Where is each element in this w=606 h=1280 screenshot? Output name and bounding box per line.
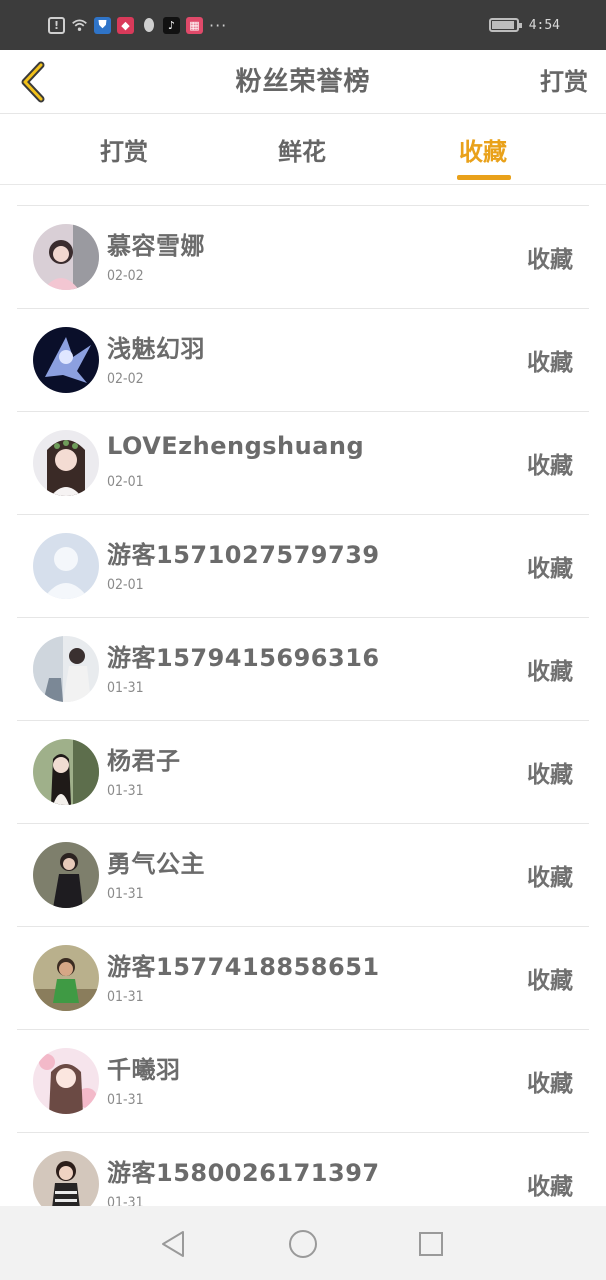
action-date: 01-31 <box>107 680 144 696</box>
list-item[interactable]: 游客1577418858651 01-31 收藏 <box>17 927 589 1030</box>
calendar-app-icon: ▦ <box>186 16 203 34</box>
warning-icon: ! <box>48 16 65 34</box>
action-label: 收藏 <box>527 556 573 582</box>
list-item[interactable]: 慕容雪娜 02-02 收藏 <box>17 206 589 309</box>
nav-home-button[interactable] <box>283 1224 323 1264</box>
avatar <box>33 739 99 805</box>
tab-reward[interactable]: 打赏 <box>84 115 164 185</box>
red-app-icon: ◆ <box>117 16 134 34</box>
list-item[interactable]: 杨君子 01-31 收藏 <box>17 721 589 824</box>
avatar <box>33 430 99 496</box>
action-date: 02-01 <box>107 474 144 490</box>
reward-button[interactable]: 打赏 <box>540 50 588 114</box>
app-header: 粉丝荣誉榜 打赏 <box>0 50 606 114</box>
nav-back-button[interactable] <box>153 1224 193 1264</box>
action-date: 02-02 <box>107 371 144 387</box>
nav-recent-button[interactable] <box>411 1224 451 1264</box>
avatar <box>33 636 99 702</box>
action-date: 01-31 <box>107 1195 144 1206</box>
action-date: 01-31 <box>107 886 144 902</box>
avatar <box>33 1048 99 1114</box>
action-label: 收藏 <box>527 865 573 891</box>
action-date: 01-31 <box>107 783 144 799</box>
system-nav-bar <box>0 1206 606 1280</box>
avatar <box>33 533 99 599</box>
user-name: 游客1571027579739 <box>107 541 380 569</box>
list-item[interactable]: 勇气公主 01-31 收藏 <box>17 824 589 927</box>
shield-app-icon: ⛊ <box>94 16 111 34</box>
action-date: 02-02 <box>107 268 144 284</box>
user-name: 千曦羽 <box>107 1056 181 1084</box>
tab-flowers[interactable]: 鲜花 <box>262 115 342 185</box>
user-name: 杨君子 <box>107 747 181 775</box>
tiktok-icon: ♪ <box>163 16 180 34</box>
user-name: 游客1580026171397 <box>107 1159 380 1187</box>
active-tab-indicator <box>457 175 511 180</box>
nav-back-icon <box>162 1231 184 1257</box>
qq-icon <box>140 17 157 34</box>
action-date: 01-31 <box>107 1092 144 1108</box>
list-item[interactable]: 千曦羽 01-31 收藏 <box>17 1030 589 1133</box>
action-date: 02-01 <box>107 577 144 593</box>
list-item[interactable]: 游客1580026171397 01-31 收藏 <box>17 1133 589 1206</box>
action-label: 收藏 <box>527 1071 573 1097</box>
nav-recent-icon <box>419 1232 443 1256</box>
user-name: 游客1577418858651 <box>107 953 380 981</box>
action-label: 收藏 <box>527 350 573 376</box>
more-dots-icon: ··· <box>209 15 228 35</box>
action-date: 01-31 <box>107 989 144 1005</box>
list-item[interactable]: LOVEzhengshuang 02-01 收藏 <box>17 412 589 515</box>
clock: 4:54 <box>528 17 560 33</box>
user-name: 游客1579415696316 <box>107 644 380 672</box>
avatar <box>33 945 99 1011</box>
action-label: 收藏 <box>527 659 573 685</box>
user-name: 浅魅幻羽 <box>107 335 205 363</box>
list-item[interactable]: 游客1571027579739 02-01 收藏 <box>17 515 589 618</box>
user-name: 勇气公主 <box>107 850 205 878</box>
avatar <box>33 327 99 393</box>
user-name: LOVEzhengshuang <box>107 432 365 460</box>
action-label: 收藏 <box>527 1174 573 1200</box>
avatar <box>33 224 99 290</box>
status-bar: ! ⛊ ◆ ♪ ▦ ··· 4:54 <box>0 0 606 50</box>
fan-list[interactable]: 慕容雪娜 02-02 收藏 浅魅幻羽 02-02 收藏 LOVEzhengshu… <box>0 186 606 1206</box>
action-label: 收藏 <box>527 453 573 479</box>
avatar <box>33 842 99 908</box>
action-label: 收藏 <box>527 762 573 788</box>
wifi-icon <box>71 17 88 34</box>
action-label: 收藏 <box>527 968 573 994</box>
status-right: 4:54 <box>488 14 560 36</box>
user-name: 慕容雪娜 <box>107 232 205 260</box>
nav-home-icon <box>289 1230 317 1258</box>
list-item[interactable]: 游客1579415696316 01-31 收藏 <box>17 618 589 721</box>
battery-icon <box>488 18 522 32</box>
action-label: 收藏 <box>527 247 573 273</box>
page-title: 粉丝荣誉榜 <box>235 67 371 97</box>
status-icons: ! ⛊ ◆ ♪ ▦ ··· <box>48 14 227 36</box>
list-item[interactable]: 浅魅幻羽 02-02 收藏 <box>17 309 589 412</box>
avatar <box>33 1151 99 1206</box>
tab-bar: 打赏 鲜花 收藏 <box>0 115 606 185</box>
